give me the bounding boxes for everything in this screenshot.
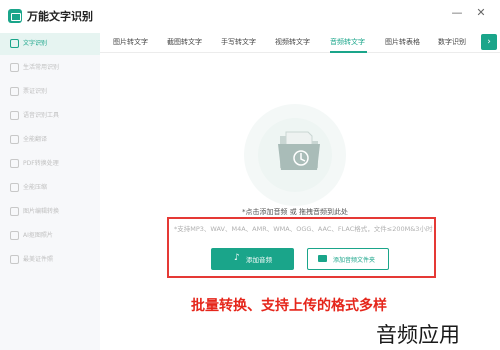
sidebar-item-image-edit[interactable]: 图片编辑转换 (0, 201, 100, 223)
sidebar-item-label: 生活常用识别 (23, 64, 60, 71)
tab-handwriting-to-text[interactable]: 手写转文字 (221, 37, 256, 47)
close-button[interactable]: ✕ (474, 6, 488, 20)
pdf-icon (10, 159, 19, 168)
upload-hint: *点击添加音频 或 拖拽音频到此处 (242, 208, 348, 216)
sidebar-item-ticket[interactable]: 票证识别 (0, 81, 100, 103)
sidebar-item-pdf[interactable]: PDF转换处理 (0, 153, 100, 175)
sidebar-item-label: 全能翻译 (23, 136, 48, 143)
tab-number-recognition[interactable]: 数字识别 (438, 37, 466, 47)
sidebar: 文字识别 生活常用识别 票证识别 语音识别工具 全能翻译 PDF转换处理 全能压… (0, 33, 100, 350)
sidebar-item-text-recognition[interactable]: 文字识别 (0, 33, 100, 55)
sidebar-item-translate[interactable]: 全能翻译 (0, 129, 100, 151)
sidebar-item-label: 文字识别 (23, 40, 48, 47)
title-bar: 万能文字识别 — ✕ (0, 0, 500, 33)
tab-video-to-text[interactable]: 视频转文字 (275, 37, 310, 47)
sidebar-item-label: 图片编辑转换 (23, 208, 60, 215)
translate-icon (10, 135, 19, 144)
sidebar-item-label: 语音识别工具 (23, 112, 60, 119)
compress-icon (10, 183, 19, 192)
voice-icon (10, 111, 19, 120)
tab-image-to-table[interactable]: 图片转表格 (385, 37, 420, 47)
sidebar-item-label: PDF转换处理 (23, 160, 59, 167)
app-title: 万能文字识别 (27, 10, 93, 23)
sidebar-item-ai-cutout[interactable]: AI抠图照片 (0, 225, 100, 247)
sidebar-item-label: AI抠图照片 (23, 232, 53, 239)
annotation-caption: 批量转换、支持上传的格式多样 (191, 298, 387, 314)
sidebar-item-label: 最美证件照 (23, 256, 54, 263)
active-tab-indicator (330, 51, 367, 53)
tab-screenshot-to-text[interactable]: 截图转文字 (167, 37, 202, 47)
annotation-highlight-box (167, 217, 436, 278)
ai-cutout-icon (10, 231, 19, 240)
text-recognition-icon (10, 39, 19, 48)
sidebar-item-id-photo[interactable]: 最美证件照 (0, 249, 100, 271)
sidebar-item-label: 票证识别 (23, 88, 48, 95)
tab-bar: 图片转文字 截图转文字 手写转文字 视频转文字 音频转文字 图片转表格 数字识别 (100, 33, 500, 53)
tab-audio-to-text[interactable]: 音频转文字 (330, 37, 365, 47)
minimize-button[interactable]: — (450, 6, 464, 20)
sidebar-item-label: 全能压缩 (23, 184, 48, 191)
chevron-right-icon[interactable]: › (481, 34, 497, 50)
sidebar-item-compress[interactable]: 全能压缩 (0, 177, 100, 199)
audio-folder-icon (278, 131, 320, 170)
watermark: 音频应用 (376, 323, 460, 347)
tab-image-to-text[interactable]: 图片转文字 (113, 37, 148, 47)
image-edit-icon (10, 207, 19, 216)
id-photo-icon (10, 255, 19, 264)
app-logo-icon (8, 9, 22, 23)
life-icon (10, 63, 19, 72)
sidebar-item-life[interactable]: 生活常用识别 (0, 57, 100, 79)
ticket-icon (10, 87, 19, 96)
sidebar-item-voice[interactable]: 语音识别工具 (0, 105, 100, 127)
